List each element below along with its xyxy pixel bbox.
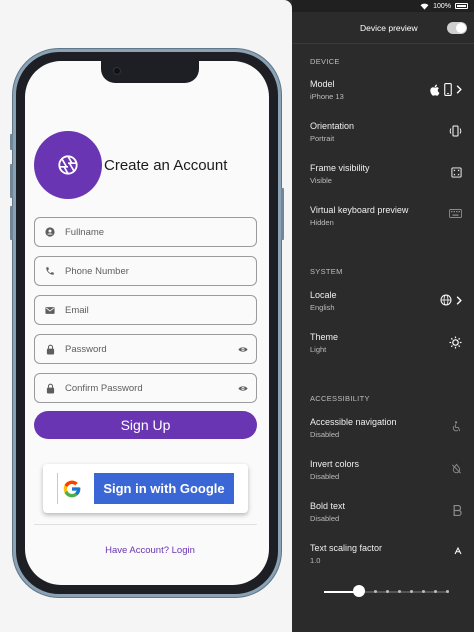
mail-icon [45, 306, 55, 314]
setting-frame-visibility[interactable]: Frame visibility Visible [310, 163, 470, 185]
setting-theme-value: Light [310, 345, 327, 354]
lock-icon [46, 383, 54, 393]
setting-invert-value: Disabled [310, 472, 340, 481]
google-button-separator [57, 473, 58, 504]
screen-rotation-icon [449, 125, 462, 137]
brightness-icon [449, 336, 462, 349]
setting-navigation-label: Accessible navigation [310, 417, 397, 427]
fullname-field[interactable]: Fullname [34, 217, 257, 247]
setting-keyboard-value: Hidden [310, 218, 334, 227]
battery-percent: 100% [433, 2, 451, 10]
password-visibility-toggle[interactable] [230, 346, 256, 353]
setting-navigation-value: Disabled [310, 430, 340, 439]
chevron-right-icon [456, 85, 462, 94]
preview-area: Create an Account Fullname Phone Number … [0, 0, 292, 632]
bold-icon [453, 505, 462, 516]
setting-keyboard-label: Virtual keyboard preview [310, 205, 409, 215]
lock-icon [46, 344, 54, 354]
google-sign-in-label: Sign in with Google [94, 473, 234, 504]
setting-text-scaling[interactable]: Text scaling factor 1.0 [310, 543, 470, 565]
email-field[interactable]: Email [34, 295, 257, 325]
confirm-password-placeholder: Confirm Password [65, 382, 143, 394]
email-placeholder: Email [65, 304, 89, 316]
setting-orientation-label: Orientation [310, 121, 355, 131]
frame-icon [451, 167, 462, 178]
wifi-icon [420, 3, 429, 10]
eye-icon [238, 385, 248, 391]
device-preview-toggle[interactable] [447, 22, 467, 34]
text-size-icon [454, 547, 462, 555]
apple-icon [430, 84, 440, 96]
phone-placeholder: Phone Number [65, 265, 129, 277]
device-preview-panel: Device preview DEVICE Model iPhone 13 Or… [292, 12, 474, 632]
front-camera-icon [113, 67, 121, 75]
setting-invert-colors[interactable]: Invert colors Disabled [310, 459, 470, 481]
setting-bold-text[interactable]: Bold text Disabled [310, 501, 470, 523]
setting-scaling-label: Text scaling factor [310, 543, 383, 553]
phone-icon [46, 267, 54, 275]
setting-virtual-keyboard[interactable]: Virtual keyboard preview Hidden [310, 205, 470, 227]
status-bar: 100% [292, 0, 474, 12]
setting-orientation-value: Portrait [310, 134, 335, 143]
setting-theme-label: Theme [310, 332, 339, 342]
setting-locale[interactable]: Locale English [310, 290, 470, 312]
slider-thumb[interactable] [353, 585, 365, 597]
panel-title: Device preview [360, 23, 418, 33]
text-scaling-slider[interactable] [324, 585, 449, 597]
smartphone-icon [444, 83, 452, 96]
app-logo [34, 131, 102, 199]
login-link[interactable]: Have Account? Login [25, 545, 269, 556]
password-placeholder: Password [65, 343, 107, 355]
keyboard-icon [449, 209, 462, 218]
section-device: DEVICE [310, 57, 340, 66]
globe-icon [440, 294, 452, 306]
phone-field[interactable]: Phone Number [34, 256, 257, 286]
divider [34, 524, 257, 525]
setting-frame-value: Visible [310, 176, 332, 185]
setting-bold-value: Disabled [310, 514, 340, 523]
section-accessibility: ACCESSIBILITY [310, 394, 370, 403]
setting-accessible-navigation[interactable]: Accessible navigation Disabled [310, 417, 470, 439]
password-field[interactable]: Password [34, 334, 257, 364]
setting-scaling-value: 1.0 [310, 556, 321, 565]
confirm-password-field[interactable]: Confirm Password [34, 373, 257, 403]
chevron-right-icon [456, 295, 462, 305]
setting-theme[interactable]: Theme Light [310, 332, 470, 354]
invert-colors-off-icon [452, 463, 461, 474]
camera-aperture-icon [58, 155, 78, 175]
panel-divider [292, 43, 474, 44]
google-logo-icon [57, 474, 87, 504]
setting-bold-label: Bold text [310, 501, 346, 511]
battery-icon [455, 3, 468, 9]
fullname-placeholder: Fullname [65, 226, 105, 238]
setting-frame-label: Frame visibility [310, 163, 370, 173]
eye-icon [238, 346, 248, 352]
app-screen: Create an Account Fullname Phone Number … [25, 61, 269, 585]
person-icon [45, 227, 55, 237]
phone-frame: Create an Account Fullname Phone Number … [10, 49, 284, 597]
setting-model[interactable]: Model iPhone 13 [310, 79, 470, 101]
google-sign-in-button[interactable]: Sign in with Google [43, 464, 248, 513]
confirm-password-visibility-toggle[interactable] [230, 385, 256, 392]
setting-invert-label: Invert colors [310, 459, 360, 469]
page-title: Create an Account [104, 157, 228, 174]
setting-orientation[interactable]: Orientation Portrait [310, 121, 470, 143]
section-system: SYSTEM [310, 267, 343, 276]
accessibility-icon [452, 421, 461, 432]
notch [101, 61, 199, 83]
sign-up-button[interactable]: Sign Up [34, 411, 257, 439]
